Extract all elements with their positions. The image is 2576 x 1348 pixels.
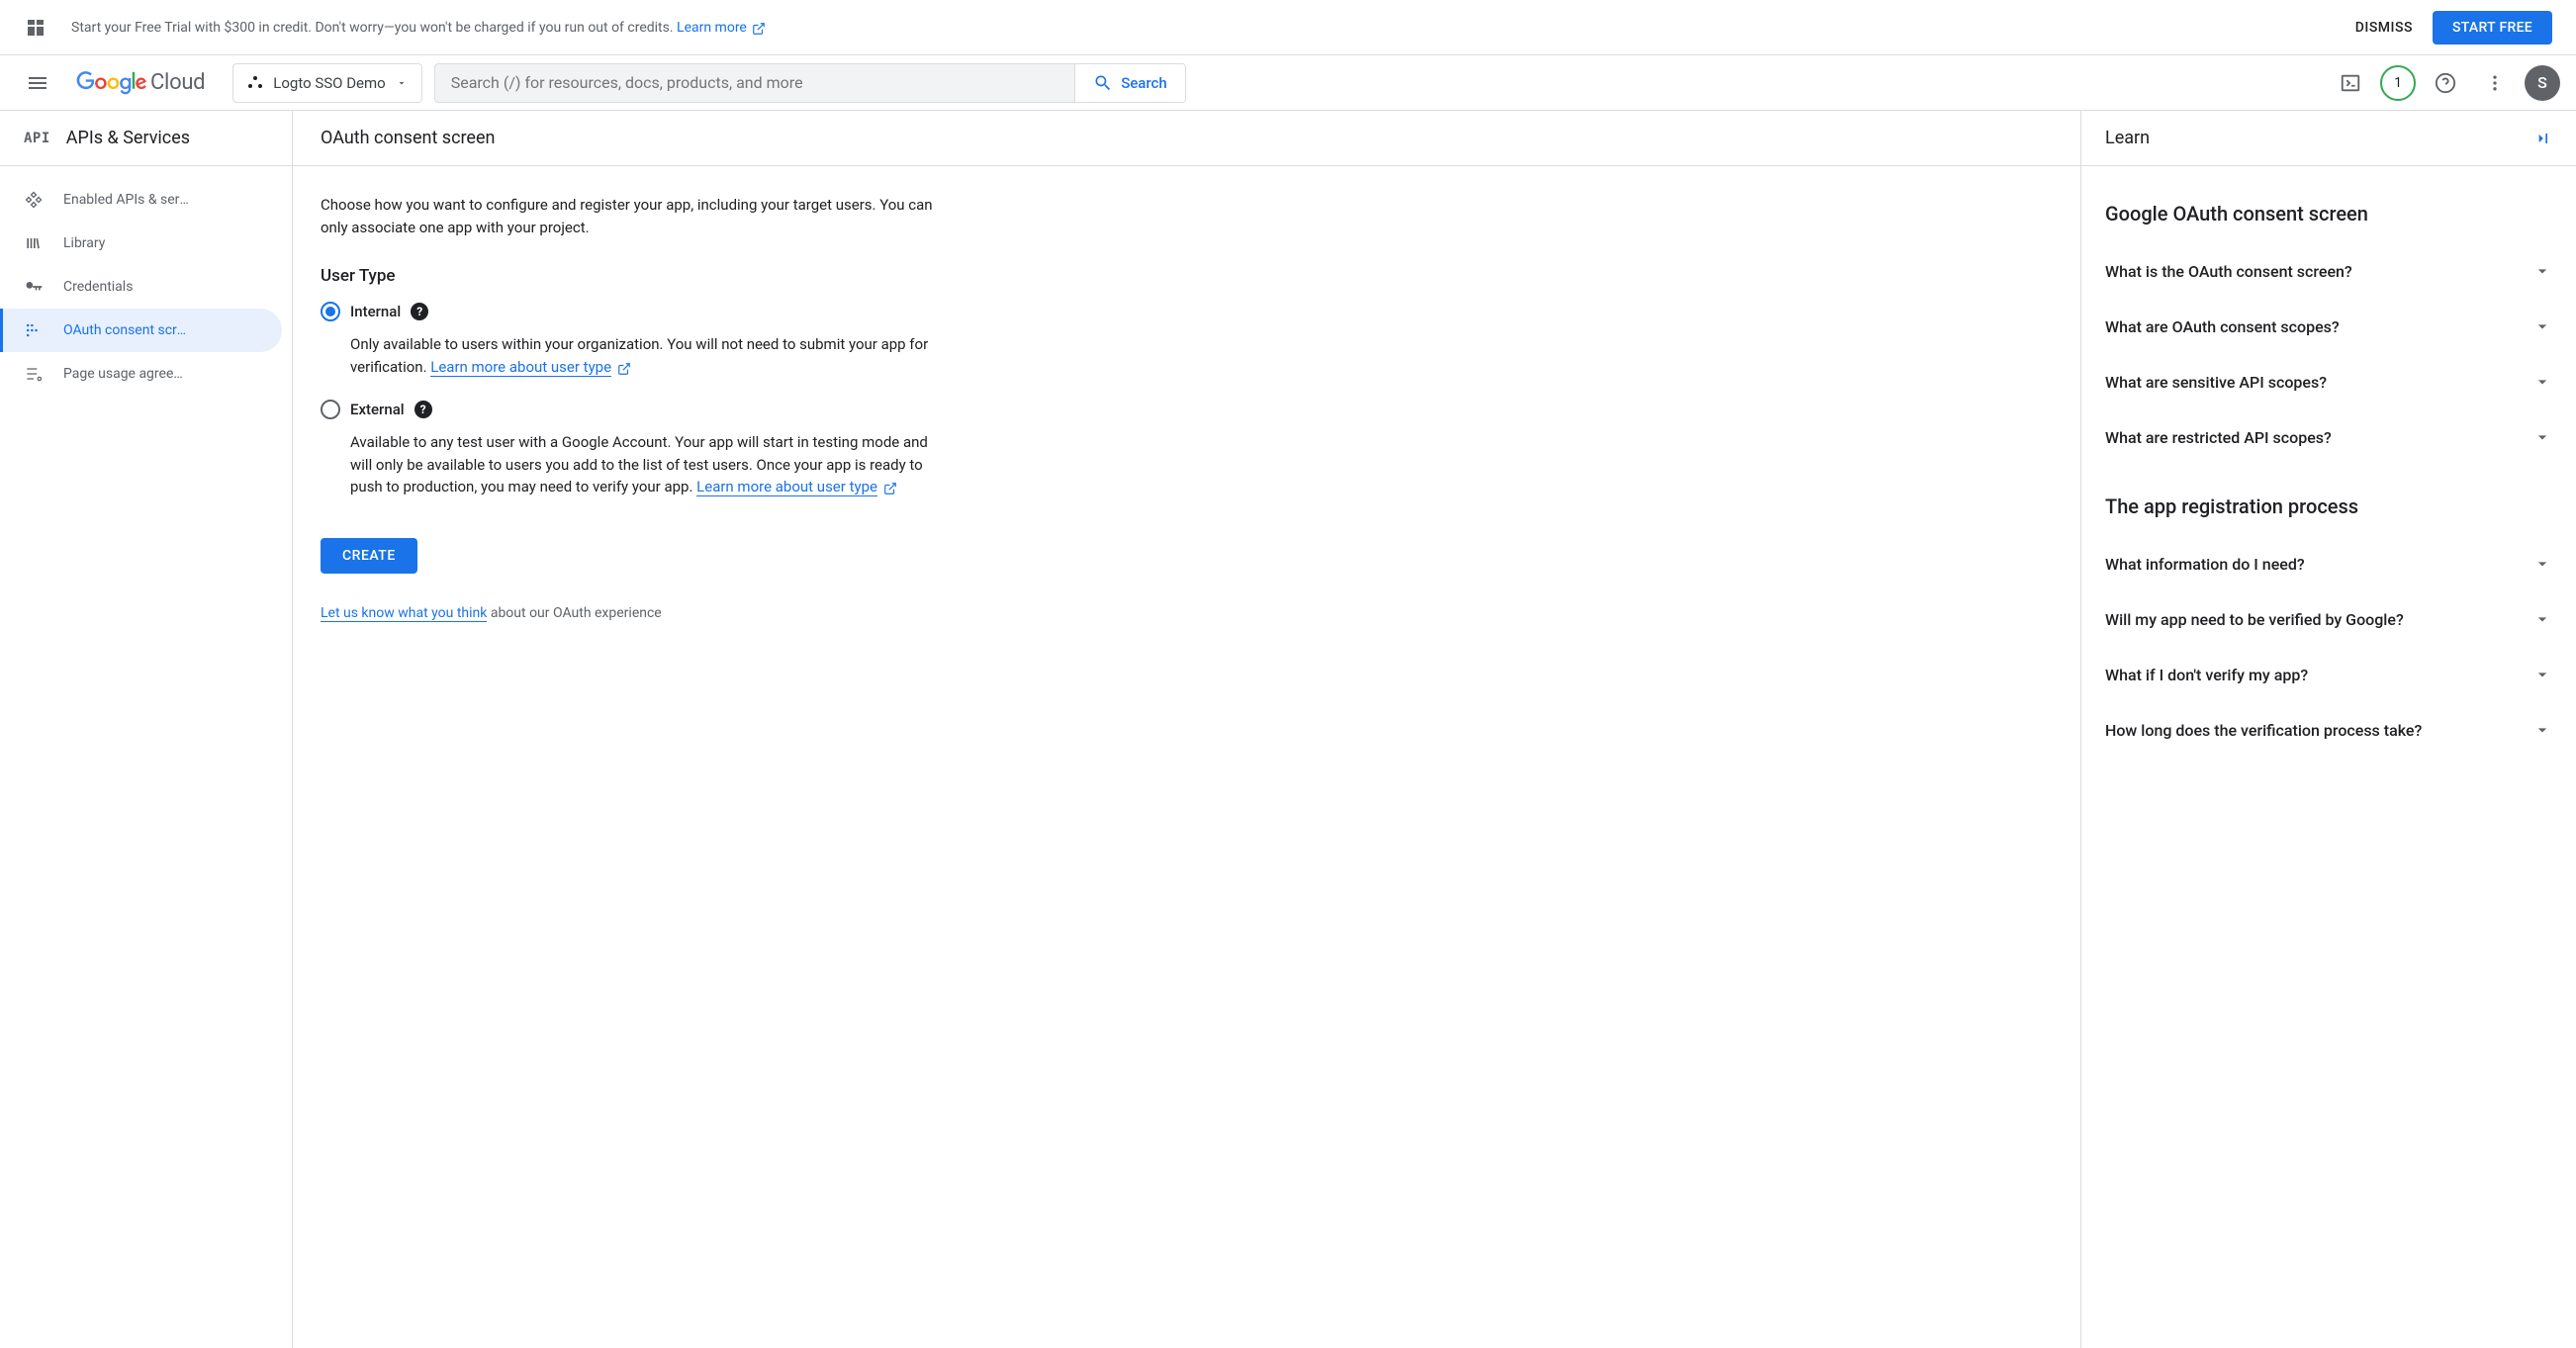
terminal-icon bbox=[2340, 72, 2361, 94]
sidebar-item-enabled-apis[interactable]: Enabled APIs & services bbox=[0, 178, 282, 222]
google-logo-icon bbox=[75, 71, 148, 95]
project-name-label: Logto SSO Demo bbox=[273, 74, 385, 92]
project-picker[interactable]: Logto SSO Demo bbox=[232, 63, 421, 103]
learn-item[interactable]: What are OAuth consent scopes? bbox=[2105, 299, 2552, 354]
sidebar-item-label: OAuth consent screen bbox=[63, 322, 192, 338]
promo-text: Start your Free Trial with $300 in credi… bbox=[71, 20, 2355, 36]
sidebar-item-library[interactable]: Library bbox=[0, 222, 282, 265]
internal-learn-more-link[interactable]: Learn more about user type bbox=[430, 358, 611, 377]
sidebar-item-label: Credentials bbox=[63, 279, 133, 295]
learn-item[interactable]: Will my app need to be verified by Googl… bbox=[2105, 591, 2552, 647]
promo-text-content: Start your Free Trial with $300 in credi… bbox=[71, 20, 677, 36]
trial-status-badge[interactable]: 1 bbox=[2380, 65, 2416, 101]
radio-internal[interactable] bbox=[321, 302, 340, 321]
sidebar-header: API APIs & Services bbox=[0, 111, 292, 166]
learn-item[interactable]: What is the OAuth consent screen? bbox=[2105, 243, 2552, 299]
external-link-icon bbox=[617, 362, 631, 376]
search-button-label: Search bbox=[1121, 74, 1167, 92]
sidebar-item-label: Page usage agreements bbox=[63, 366, 192, 382]
promo-bar: Start your Free Trial with $300 in credi… bbox=[0, 0, 2576, 55]
user-avatar[interactable]: S bbox=[2525, 65, 2560, 101]
sidebar-item-credentials[interactable]: Credentials bbox=[0, 265, 282, 309]
cloud-shell-button[interactable] bbox=[2331, 63, 2370, 103]
api-badge-icon: API bbox=[24, 131, 50, 146]
chevron-down-icon bbox=[2532, 316, 2552, 336]
main-content: OAuth consent screen Choose how you want… bbox=[293, 111, 2081, 1348]
learn-title: Learn bbox=[2105, 128, 2150, 148]
help-tooltip-icon[interactable]: ? bbox=[414, 401, 432, 418]
radio-internal-label: Internal bbox=[350, 303, 401, 320]
page-title: OAuth consent screen bbox=[321, 128, 495, 148]
sidebar: API APIs & Services Enabled APIs & servi… bbox=[0, 111, 293, 1348]
hamburger-menu-icon[interactable] bbox=[16, 61, 59, 105]
learn-item[interactable]: What are restricted API scopes? bbox=[2105, 409, 2552, 465]
learn-panel: Learn Google OAuth consent screen What i… bbox=[2081, 111, 2576, 1348]
chevron-down-icon bbox=[2532, 665, 2552, 684]
help-button[interactable] bbox=[2426, 63, 2465, 103]
project-dots-icon bbox=[247, 75, 263, 91]
radio-internal-row: Internal ? bbox=[321, 302, 938, 321]
chevron-down-icon bbox=[2532, 427, 2552, 447]
search-bar: Search bbox=[434, 63, 1186, 103]
chevron-down-icon bbox=[2532, 720, 2552, 740]
feedback-line: Let us know what you think about our OAu… bbox=[321, 605, 938, 621]
help-tooltip-icon[interactable]: ? bbox=[411, 303, 428, 320]
chevron-down-icon bbox=[2532, 554, 2552, 574]
radio-external-row: External ? bbox=[321, 400, 938, 419]
learn-item[interactable]: What if I don't verify my app? bbox=[2105, 647, 2552, 702]
google-cloud-logo[interactable]: Cloud bbox=[71, 70, 221, 95]
learn-section-oauth: Google OAuth consent screen bbox=[2105, 202, 2552, 225]
content-header: OAuth consent screen bbox=[293, 111, 2080, 166]
chevron-down-icon bbox=[396, 77, 408, 89]
external-link-icon bbox=[752, 22, 766, 36]
cloud-text: Cloud bbox=[150, 70, 205, 95]
diamond-icon bbox=[24, 190, 44, 210]
feedback-link[interactable]: Let us know what you think bbox=[321, 605, 487, 622]
radio-external[interactable] bbox=[321, 400, 340, 419]
learn-header: Learn bbox=[2081, 111, 2576, 166]
user-type-heading: User Type bbox=[321, 266, 938, 286]
help-icon bbox=[2435, 72, 2456, 94]
sidebar-item-page-usage[interactable]: Page usage agreements bbox=[0, 352, 282, 396]
intro-text: Choose how you want to configure and reg… bbox=[321, 194, 938, 238]
create-button[interactable]: CREATE bbox=[321, 538, 417, 574]
search-icon bbox=[1093, 73, 1113, 93]
internal-description: Only available to users within your orga… bbox=[350, 333, 938, 378]
key-icon bbox=[24, 277, 44, 297]
top-nav: Cloud Logto SSO Demo Search 1 S bbox=[0, 55, 2576, 111]
learn-section-registration: The app registration process bbox=[2105, 494, 2552, 518]
library-icon bbox=[24, 233, 44, 253]
learn-item[interactable]: How long does the verification process t… bbox=[2105, 702, 2552, 758]
external-link-icon bbox=[883, 482, 897, 495]
promo-learn-more-link[interactable]: Learn more bbox=[677, 20, 766, 36]
chevron-down-icon bbox=[2532, 372, 2552, 392]
gift-icon bbox=[24, 16, 47, 40]
chevron-down-icon bbox=[2532, 609, 2552, 629]
agreement-icon bbox=[24, 364, 44, 384]
sidebar-item-oauth-consent[interactable]: OAuth consent screen bbox=[0, 309, 282, 352]
radio-external-label: External bbox=[350, 401, 405, 418]
dismiss-button[interactable]: DISMISS bbox=[2355, 20, 2413, 36]
start-free-button[interactable]: START FREE bbox=[2433, 11, 2552, 45]
search-input[interactable] bbox=[435, 64, 1074, 102]
kebab-menu-icon bbox=[2485, 73, 2505, 93]
chevron-down-icon bbox=[2532, 261, 2552, 281]
consent-screen-icon bbox=[24, 320, 44, 340]
search-button[interactable]: Search bbox=[1074, 64, 1185, 102]
external-description: Available to any test user with a Google… bbox=[350, 431, 938, 498]
external-learn-more-link[interactable]: Learn more about user type bbox=[696, 478, 877, 496]
more-menu-button[interactable] bbox=[2475, 63, 2515, 103]
sidebar-title: APIs & Services bbox=[66, 128, 190, 148]
collapse-panel-icon[interactable] bbox=[2532, 129, 2552, 148]
learn-item[interactable]: What are sensitive API scopes? bbox=[2105, 354, 2552, 409]
nav-tools: 1 S bbox=[2331, 63, 2560, 103]
learn-item[interactable]: What information do I need? bbox=[2105, 536, 2552, 591]
sidebar-item-label: Enabled APIs & services bbox=[63, 192, 192, 208]
sidebar-item-label: Library bbox=[63, 235, 105, 251]
